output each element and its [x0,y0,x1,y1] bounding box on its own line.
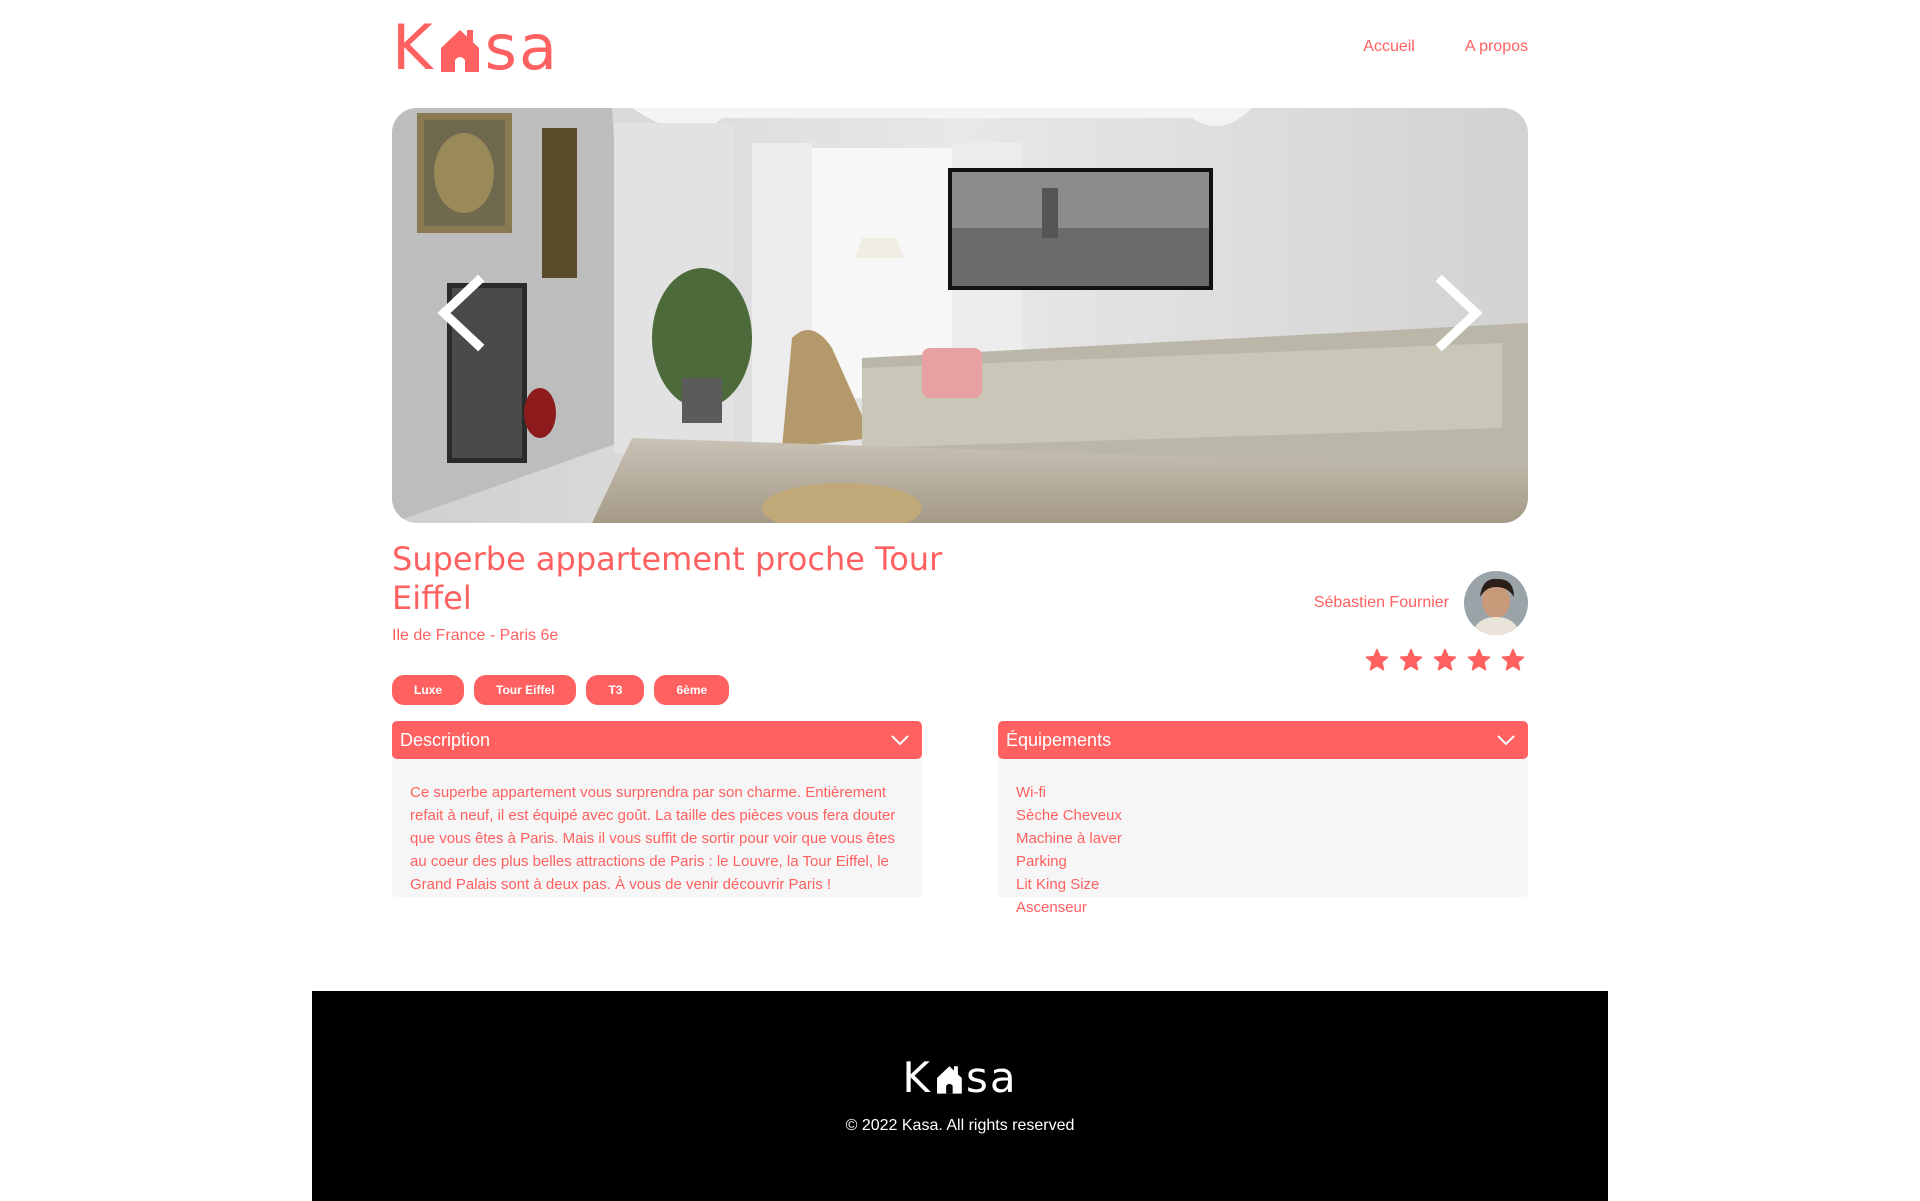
equipments-toggle[interactable]: Équipements [998,721,1528,759]
list-item: Ascenseur [1016,899,1087,916]
photo-carousel [392,108,1528,523]
nav-link-a-propos[interactable]: A propos [1465,38,1528,56]
chevron-down-icon [891,735,909,746]
listing-title: Superbe appartement proche Tour Eiffel [392,540,943,617]
description-toggle[interactable]: Description [392,721,922,759]
tag: Luxe [392,675,465,705]
carousel-previous-button[interactable] [432,263,492,363]
description-collapse: Description Ce superbe appartement vous … [392,721,922,897]
house-icon [440,30,479,72]
rating-stars [1365,648,1525,672]
equipments-list: Wi-fi Sèche Cheveux Machine à laver Park… [1016,781,1514,919]
star-icon [1467,648,1491,671]
list-item: Wi-fi [1016,784,1046,801]
star-icon [1433,648,1457,671]
apartment-photo [392,108,1528,523]
logo-letters-sa: sa [484,11,559,84]
carousel-next-button[interactable] [1428,263,1488,363]
equipments-collapse: Équipements Wi-fi Sèche Cheveux Machine … [998,721,1528,916]
list-item: Machine à laver [1016,830,1122,847]
chevron-down-icon [1497,735,1515,746]
host-info: Sébastien Fournier [1314,571,1528,635]
equipments-label: Équipements [1006,729,1112,750]
chevron-left-icon [437,274,485,352]
tag-list: Luxe Tour Eiffel T3 6ème [392,675,730,705]
footer-logo-letter-k: K [902,1053,932,1102]
footer: K sa © 2022 Kasa. All rights reserved [312,991,1608,1201]
description-label: Description [400,729,491,750]
tag: 6ème [654,675,730,705]
header: K sa Accueil A propos [392,11,1528,84]
logo-letter-k: K [392,11,435,84]
description-content: Ce superbe appartement vous surprendra p… [392,754,922,897]
avatar-image [1464,571,1528,635]
nav-link-accueil[interactable]: Accueil [1363,38,1415,56]
host-avatar [1464,571,1528,635]
list-item: Sèche Cheveux [1016,807,1122,824]
tag: Tour Eiffel [474,675,577,705]
star-icon [1399,648,1423,671]
copyright-text: © 2022 Kasa. All rights reserved [845,1117,1075,1134]
logo-wordmark: K sa [392,11,559,84]
list-item: Lit King Size [1016,876,1100,893]
house-icon [936,1065,962,1094]
listing-location: Ile de France - Paris 6e [392,627,559,644]
footer-logo: K sa [902,1053,1017,1102]
main-nav: Accueil A propos [1363,38,1528,56]
list-item: Parking [1016,853,1067,870]
description-text: Ce superbe appartement vous surprendra p… [410,784,896,893]
tag: T3 [586,675,645,705]
host-name: Sébastien Fournier [1313,594,1449,611]
equipments-content: Wi-fi Sèche Cheveux Machine à laver Park… [998,754,1528,916]
footer-logo-letters-sa: sa [965,1053,1018,1102]
star-icon [1501,648,1525,671]
chevron-right-icon [1435,274,1483,352]
star-icon [1365,648,1389,671]
kasa-logo[interactable]: K sa [392,11,559,84]
